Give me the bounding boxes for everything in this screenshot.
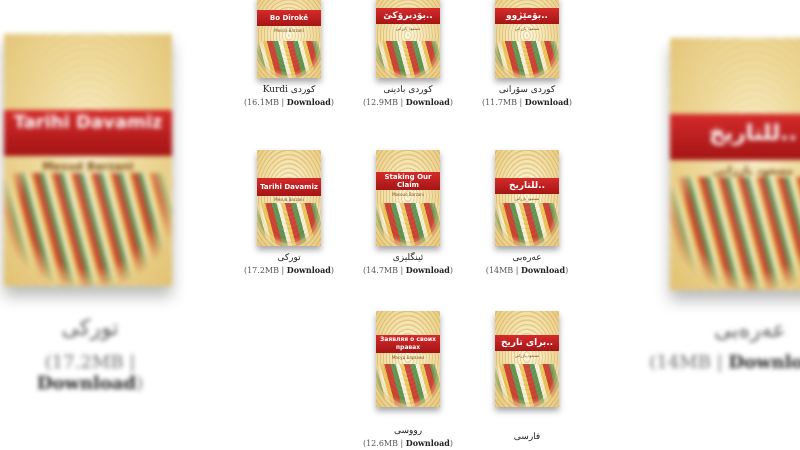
book-language-name: تورکی [277, 253, 301, 263]
book-cover[interactable]: للتاريخ.. مسعود بارزاني [495, 150, 559, 246]
crowd-flags-image [495, 363, 559, 407]
cover-title: Staking Our Claim [376, 172, 440, 190]
cover-author: مسعود بارزاني [514, 196, 540, 201]
cover-title: للتاريخ.. [670, 114, 800, 160]
book-cover-large: Tarihi Davamiz Mesud Barzani [4, 34, 172, 286]
book-item: برای تاریخ.. مسعود بارزاني فارسی [479, 311, 575, 443]
file-size: 14MB [656, 352, 711, 373]
cover-author: مسعود بارزاني [712, 164, 794, 177]
book-meta: (12.6MB | Download) [362, 438, 454, 448]
crowd-flags-image [495, 202, 559, 246]
book-language-name: عەرەبی [512, 253, 542, 263]
book-cover-large: للتاريخ.. مسعود بارزاني [670, 38, 800, 290]
download-link[interactable]: Download [406, 97, 450, 107]
cover-title: Tarihi Davamiz [257, 178, 321, 196]
download-link[interactable]: Download [287, 265, 331, 275]
crowd-flags-image [257, 41, 321, 78]
cover-author: Mesud Barzani [42, 160, 134, 173]
book-item: بۆمێژوو.. مسعود بارزاني كوردی سۆرانی (11… [479, 0, 575, 109]
cover-author: Mesûd Barzanî [274, 28, 304, 33]
book-meta: (11.7MB | Download) [481, 97, 573, 107]
book-language-name: كوردی بادینی [383, 85, 433, 95]
crowd-flags-image [376, 202, 440, 246]
book-meta: (14MB | Download) [485, 265, 569, 275]
book-cover[interactable]: برای تاریخ.. مسعود بارزاني [495, 311, 559, 407]
download-link[interactable]: Download [521, 265, 565, 275]
book-language-name: ئینگلیزی [392, 253, 424, 263]
backdrop-left: Tarihi Davamiz Mesud Barzani تورکی (17.2… [0, 0, 180, 450]
book-language-name: Kurdi كوردی [262, 85, 316, 95]
book-meta: (17.2MB | Download) [36, 352, 144, 394]
crowd-flags-image [495, 41, 559, 78]
book-language-name: رووسی [393, 426, 423, 436]
cover-title: بۆمێژوو.. [495, 8, 559, 24]
cover-author: مسعود بارزاني [514, 353, 540, 358]
book-language-name: تورکی [61, 316, 119, 341]
book-meta: (14.7MB | Download) [362, 265, 454, 275]
cover-author: Масуд Барзани [391, 355, 425, 360]
cover-title: للتاريخ.. [495, 178, 559, 194]
book-meta: (17.2MB | Download) [243, 265, 335, 275]
book-meta: (12.9MB | Download) [362, 97, 454, 107]
crowd-flags-image [257, 202, 321, 246]
download-link[interactable]: Download [37, 373, 136, 394]
backdrop-right: للتاريخ.. مسعود بارزاني عەرەبی (14MB | D… [620, 0, 800, 450]
file-size: 11.7MB [485, 98, 517, 107]
download-link[interactable]: Download [406, 438, 450, 448]
book-item: Tarihi Davamiz Mesud Barzani تورکی (17.2… [241, 150, 337, 277]
cover-title: Заявляя о своих правах [376, 335, 440, 353]
book-meta: (16.1MB | Download) [243, 97, 335, 107]
file-size: 12.6MB [366, 439, 398, 448]
book-item: Заявляя о своих правах Масуд Барзани روو… [360, 311, 456, 450]
download-link[interactable]: Download [525, 97, 569, 107]
file-size: 12.9MB [366, 98, 398, 107]
book-item: Staking Our Claim Masoud Barzani ئینگلیز… [360, 150, 456, 277]
file-size: 17.2MB [51, 352, 124, 373]
cover-author: مسعود بارزاني [514, 26, 540, 31]
file-size: 14.7MB [366, 266, 398, 275]
book-meta: (14MB | Download) [642, 352, 800, 373]
cover-title: Tarihi Davamiz [4, 110, 172, 156]
cover-author: Mesud Barzani [274, 197, 304, 202]
book-cover[interactable]: Tarihi Davamiz Mesud Barzani [257, 150, 321, 246]
crowd-flags-image [4, 172, 172, 286]
crowd-flags-image [376, 363, 440, 407]
book-cover[interactable]: بۆدیرۆکێ.. مسعود بارزاني [376, 0, 440, 78]
book-language-name: عەرەبی [714, 318, 786, 343]
download-link[interactable]: Download [287, 97, 331, 107]
download-link[interactable]: Download [406, 265, 450, 275]
cover-title: بۆدیرۆکێ.. [376, 8, 440, 24]
cover-author: مسعود بارزاني [395, 26, 421, 31]
file-size: 16.1MB [247, 98, 279, 107]
book-cover[interactable]: بۆمێژوو.. مسعود بارزاني [495, 0, 559, 78]
download-link[interactable]: Download [728, 352, 800, 373]
crowd-flags-image [670, 176, 800, 290]
cover-author: Masoud Barzani [392, 192, 424, 197]
book-item: للتاريخ.. مسعود بارزاني عەرەبی (14MB | D… [479, 150, 575, 277]
file-size: 14MB [488, 266, 514, 275]
cover-title: برای تاریخ.. [495, 335, 559, 351]
book-item: بۆدیرۆکێ.. مسعود بارزاني كوردی بادینی (1… [360, 0, 456, 109]
book-cover[interactable]: Заявляя о своих правах Масуд Барзани [376, 311, 440, 407]
crowd-flags-image [376, 41, 440, 78]
book-language-name: كوردی سۆرانی [498, 85, 556, 95]
file-size: 17.2MB [247, 266, 279, 275]
cover-title: Bo Dîrokê [257, 10, 321, 26]
book-cover[interactable]: Bo Dîrokê Mesûd Barzanî [257, 0, 321, 78]
book-item: Bo Dîrokê Mesûd Barzanî Kurdi كوردی (16.… [241, 0, 337, 109]
book-cover[interactable]: Staking Our Claim Masoud Barzani [376, 150, 440, 246]
book-language-name: فارسی [513, 432, 541, 442]
